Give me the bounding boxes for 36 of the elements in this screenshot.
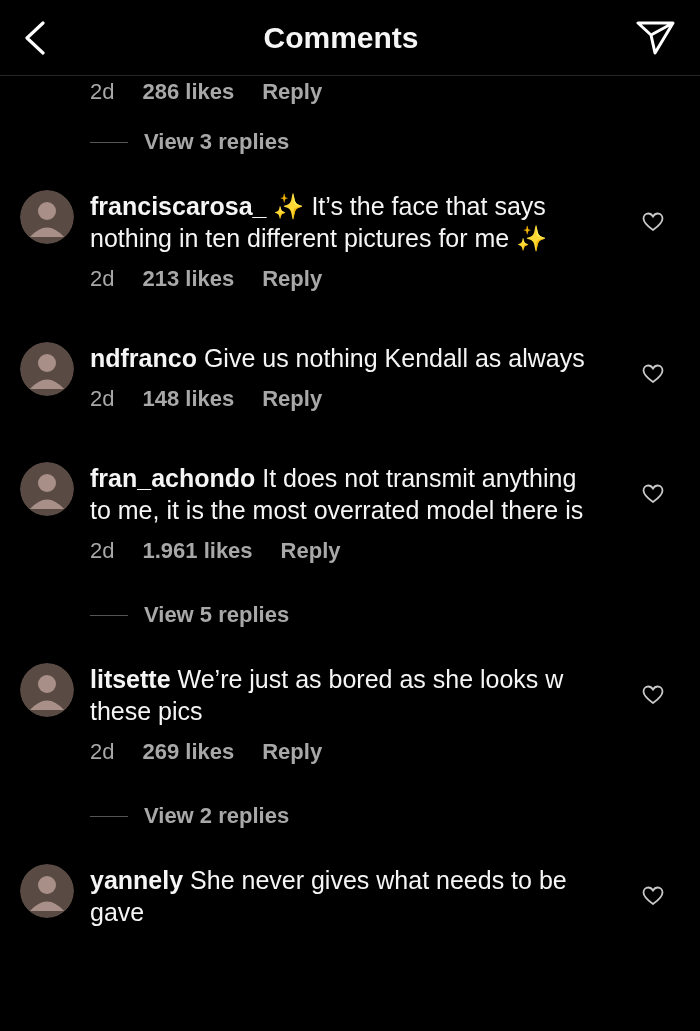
avatar[interactable] bbox=[20, 190, 74, 244]
comment-text: franciscarosa_ ✨ It’s the face that says nothing in ten different pictures for me ✨ bbox=[90, 191, 549, 254]
reply-link[interactable]: Reply bbox=[262, 264, 323, 294]
likes-count[interactable]: 213 likes bbox=[142, 264, 235, 294]
heart-icon[interactable] bbox=[642, 886, 664, 906]
reply-link[interactable]: Reply bbox=[280, 536, 341, 566]
reply-link[interactable]: Reply bbox=[262, 737, 323, 767]
avatar[interactable] bbox=[20, 864, 74, 918]
comment-time: 2d bbox=[90, 265, 115, 293]
heart-icon[interactable] bbox=[642, 212, 664, 232]
heart-icon[interactable] bbox=[642, 484, 664, 504]
comment-time: 2d bbox=[90, 537, 115, 565]
reply-link[interactable]: Reply bbox=[262, 77, 323, 107]
avatar[interactable] bbox=[20, 342, 74, 396]
comment-time: 2d bbox=[90, 385, 115, 413]
comment-time: 2d bbox=[90, 738, 115, 766]
send-icon[interactable] bbox=[636, 19, 676, 56]
comment-text: fran_achondo It does not transmit anything to me, it is the most overrated model there is bbox=[90, 463, 585, 526]
view-replies-link[interactable]: View 5 replies bbox=[144, 600, 290, 630]
view-replies-link[interactable]: View 2 replies bbox=[144, 801, 290, 831]
avatar[interactable] bbox=[20, 462, 74, 516]
page-title: Comments bbox=[263, 22, 419, 53]
view-replies-link[interactable]: View 3 replies bbox=[144, 127, 290, 157]
heart-icon[interactable] bbox=[642, 685, 664, 705]
comment-text: ndfranco Give us nothing Kendall as always bbox=[90, 343, 586, 374]
likes-count[interactable]: 269 likes bbox=[142, 737, 235, 767]
comment-time: 2d bbox=[90, 78, 115, 106]
back-icon[interactable] bbox=[24, 20, 46, 55]
avatar[interactable] bbox=[20, 663, 74, 717]
likes-count[interactable]: 286 likes bbox=[142, 77, 235, 107]
likes-count[interactable]: 1.961 likes bbox=[142, 536, 253, 566]
likes-count[interactable]: 148 likes bbox=[142, 384, 235, 414]
reply-link[interactable]: Reply bbox=[262, 384, 323, 414]
comment-text: litsette We’re just as bored as she looks w these pics bbox=[90, 664, 565, 727]
heart-icon[interactable] bbox=[642, 364, 664, 384]
comment-text: yannely She never gives what needs to be gave bbox=[90, 865, 568, 928]
